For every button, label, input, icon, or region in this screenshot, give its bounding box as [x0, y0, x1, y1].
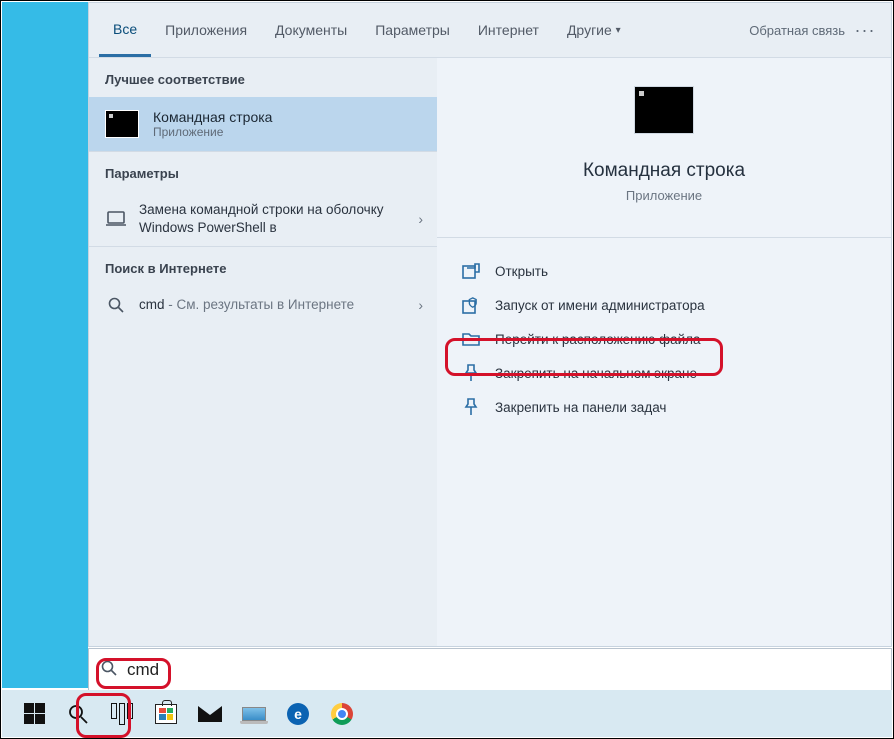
tab-label: Документы — [275, 22, 347, 38]
tab-label: Другие — [567, 22, 612, 38]
taskbar-chrome[interactable] — [322, 694, 362, 734]
chevron-down-icon: ▾ — [616, 25, 621, 36]
preview-column: Командная строка Приложение Открыть Запу… — [437, 57, 891, 646]
action-pin-taskbar[interactable]: Закрепить на панели задач — [461, 390, 867, 424]
taskbar: e — [2, 690, 892, 737]
action-label: Открыть — [495, 264, 548, 279]
taskbar-store[interactable] — [146, 694, 186, 734]
best-match-result[interactable]: Командная строка Приложение — [89, 97, 437, 151]
start-button[interactable] — [14, 694, 54, 734]
tab-label: Приложения — [165, 22, 247, 38]
taskbar-mail[interactable] — [190, 694, 230, 734]
action-label: Закрепить на начальном экране — [495, 366, 697, 381]
mail-icon — [198, 706, 222, 722]
result-subtitle: Приложение — [153, 125, 272, 139]
search-bar[interactable] — [88, 648, 892, 692]
action-pin-start[interactable]: Закрепить на начальном экране — [461, 356, 867, 390]
result-title: Командная строка — [153, 109, 272, 125]
feedback-link[interactable]: Обратная связь — [749, 23, 849, 38]
pin-icon — [461, 398, 481, 416]
results-column: Лучшее соответствие Командная строка При… — [89, 57, 437, 646]
best-match-header: Лучшее соответствие — [89, 57, 437, 97]
tab-settings[interactable]: Параметры — [361, 3, 464, 57]
folder-icon — [461, 330, 481, 348]
filter-tabs: Все Приложения Документы Параметры Интер… — [89, 3, 891, 57]
action-label: Закрепить на панели задач — [495, 400, 666, 415]
action-label: Запуск от имени администратора — [495, 298, 705, 313]
separator — [437, 237, 891, 238]
tab-label: Параметры — [375, 22, 450, 38]
settings-header: Параметры — [89, 151, 437, 191]
tab-label: Все — [113, 21, 137, 37]
desktop-wallpaper — [2, 2, 88, 688]
tab-documents[interactable]: Документы — [261, 3, 361, 57]
windows-logo-icon — [24, 703, 45, 724]
pin-icon — [461, 364, 481, 382]
taskbar-edge[interactable]: e — [278, 694, 318, 734]
options-button[interactable]: ··· — [849, 20, 881, 41]
result-text: Замена командной строки на оболочку Wind… — [139, 201, 389, 236]
search-input[interactable] — [127, 660, 879, 680]
search-icon — [68, 704, 88, 724]
store-icon — [155, 704, 177, 724]
tab-more[interactable]: Другие ▾ — [553, 3, 635, 57]
laptop-icon — [105, 211, 127, 227]
tab-web[interactable]: Интернет — [464, 3, 553, 57]
cmd-icon — [634, 86, 694, 134]
search-icon — [105, 297, 127, 313]
result-text: cmd - См. результаты в Интернете — [139, 296, 354, 314]
chrome-icon — [331, 703, 353, 725]
preview-subtitle: Приложение — [626, 188, 702, 203]
action-open[interactable]: Открыть — [461, 254, 867, 288]
edge-icon: e — [287, 703, 309, 725]
web-header: Поиск в Интернете — [89, 246, 437, 286]
taskbar-search-button[interactable] — [58, 694, 98, 734]
tab-apps[interactable]: Приложения — [151, 3, 261, 57]
settings-result[interactable]: Замена командной строки на оболочку Wind… — [89, 191, 437, 246]
task-view-button[interactable] — [102, 694, 142, 734]
chevron-right-icon: › — [418, 211, 423, 227]
taskbar-explorer[interactable] — [234, 694, 274, 734]
action-open-location[interactable]: Перейти к расположению файла — [461, 322, 867, 356]
open-icon — [461, 262, 481, 280]
action-label: Перейти к расположению файла — [495, 332, 701, 347]
search-icon — [101, 660, 117, 680]
preview-title: Командная строка — [583, 160, 745, 182]
action-run-as-admin[interactable]: Запуск от имени администратора — [461, 288, 867, 322]
cmd-icon — [105, 110, 139, 138]
admin-icon — [461, 296, 481, 314]
tab-label: Интернет — [478, 22, 539, 38]
chevron-right-icon: › — [418, 297, 423, 313]
web-result[interactable]: cmd - См. результаты в Интернете › — [89, 286, 437, 324]
search-panel: Все Приложения Документы Параметры Интер… — [88, 2, 892, 647]
tab-all[interactable]: Все — [99, 3, 151, 57]
task-view-icon — [111, 703, 133, 725]
pc-icon — [242, 707, 266, 721]
